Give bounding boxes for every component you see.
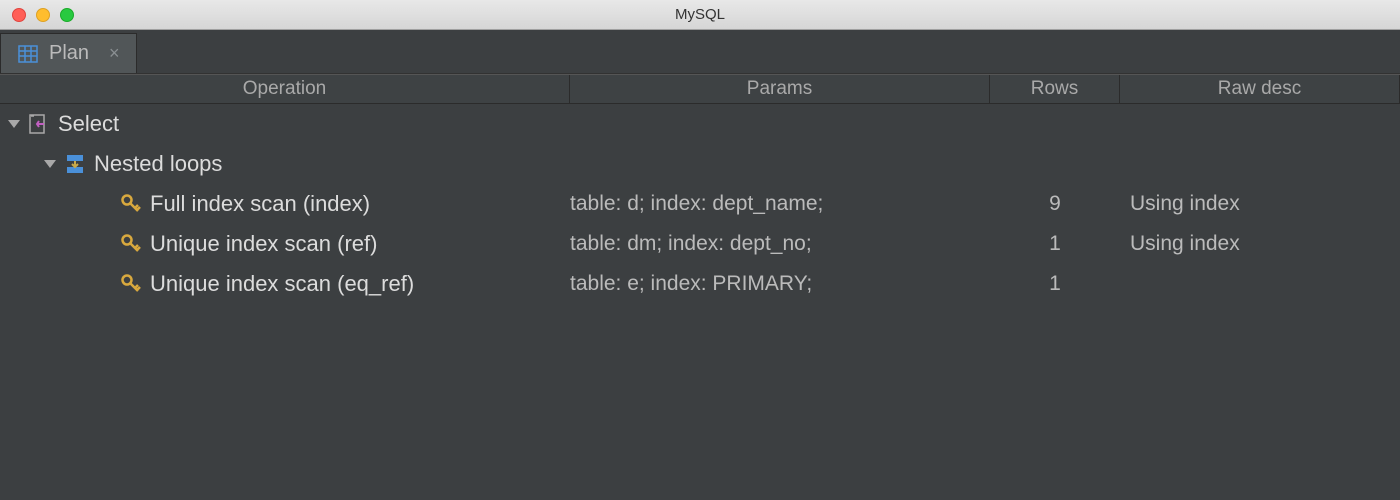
minimize-icon[interactable] xyxy=(36,8,50,22)
node-label: Select xyxy=(58,111,119,137)
titlebar: MySQL xyxy=(0,0,1400,30)
chevron-down-icon[interactable] xyxy=(8,120,20,128)
header-raw[interactable]: Raw desc xyxy=(1120,75,1400,103)
cell-raw: Using index xyxy=(1120,192,1400,216)
node-label: Full index scan (index) xyxy=(150,191,370,217)
plan-tree: Select Nested loops Full index scan (ind… xyxy=(0,104,1400,304)
window-controls xyxy=(12,8,74,22)
key-icon xyxy=(120,273,142,295)
cell-rows: 1 xyxy=(990,272,1120,296)
cell-params: table: dm; index: dept_no; xyxy=(570,232,990,256)
grid-icon xyxy=(17,43,39,65)
tree-node-nested-loops[interactable]: Nested loops xyxy=(0,144,1400,184)
node-label: Unique index scan (ref) xyxy=(150,231,377,257)
chevron-down-icon[interactable] xyxy=(44,160,56,168)
tree-leaf[interactable]: Unique index scan (eq_ref) table: e; ind… xyxy=(0,264,1400,304)
tree-node-select[interactable]: Select xyxy=(0,104,1400,144)
column-headers: Operation Params Rows Raw desc xyxy=(0,74,1400,104)
tab-plan[interactable]: Plan × xyxy=(0,33,137,73)
cell-params: table: d; index: dept_name; xyxy=(570,192,990,216)
header-params[interactable]: Params xyxy=(570,75,990,103)
header-operation[interactable]: Operation xyxy=(0,75,570,103)
tree-leaf[interactable]: Unique index scan (ref) table: dm; index… xyxy=(0,224,1400,264)
tab-label: Plan xyxy=(49,42,89,65)
header-rows[interactable]: Rows xyxy=(990,75,1120,103)
close-icon[interactable] xyxy=(12,8,26,22)
cell-rows: 9 xyxy=(990,192,1120,216)
cell-params: table: e; index: PRIMARY; xyxy=(570,272,990,296)
maximize-icon[interactable] xyxy=(60,8,74,22)
tab-bar: Plan × xyxy=(0,30,1400,74)
node-label: Unique index scan (eq_ref) xyxy=(150,271,414,297)
window-title: MySQL xyxy=(0,6,1400,23)
key-icon xyxy=(120,193,142,215)
key-icon xyxy=(120,233,142,255)
cell-rows: 1 xyxy=(990,232,1120,256)
close-tab-icon[interactable]: × xyxy=(109,43,120,64)
tree-leaf[interactable]: Full index scan (index) table: d; index:… xyxy=(0,184,1400,224)
cell-raw: Using index xyxy=(1120,232,1400,256)
node-label: Nested loops xyxy=(94,151,222,177)
nested-loops-icon xyxy=(64,153,86,175)
select-icon xyxy=(28,113,50,135)
